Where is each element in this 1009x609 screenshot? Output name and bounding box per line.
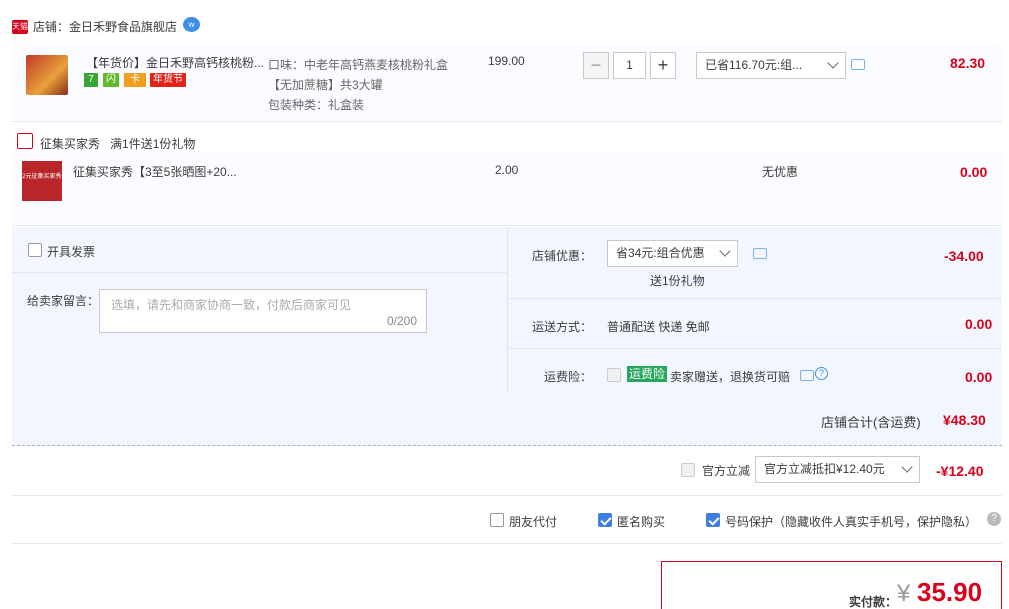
item-discount-value: 已省116.70元:组... [705,58,803,72]
product-thumbnail[interactable] [26,55,68,95]
item-discount-select[interactable]: 已省116.70元:组... [696,52,846,79]
comment-icon[interactable] [851,59,865,70]
help-icon[interactable]: ? [987,512,1001,526]
decrease-quantity-button[interactable]: − [583,52,609,79]
help-icon[interactable]: ? [815,367,828,380]
shop-discount-amount: -34.00 [944,248,984,264]
divider [507,298,1002,299]
gift-title[interactable]: 征集买家秀【3至5张晒图+20... [73,163,237,180]
anonymous-checkbox[interactable] [598,513,612,527]
insurance-amount: 0.00 [965,369,993,385]
official-discount-select[interactable]: 官方立减抵扣¥12.40元 [755,456,920,483]
message-label: 给卖家留言： [27,294,100,308]
invoice-checkbox[interactable] [28,243,42,257]
insurance-checkbox [607,368,621,382]
divider [12,543,1002,544]
message-placeholder: 选填，请先和商家协商一致，付款后商家可见 [111,298,352,312]
flash-delivery-icon: 闪 [103,73,119,87]
divider [12,272,507,273]
payment-amount: 35.90 [917,577,983,607]
shop-label: 店铺： [33,20,70,34]
gift-promo-title: 征集买家秀 [40,137,101,151]
chevron-down-icon [901,461,913,473]
increase-quantity-button[interactable]: + [650,52,676,79]
new-year-festival-tag: 年货节 [150,73,186,87]
sku-packaging: 包装种类：礼盒装 [268,98,365,112]
gift-subtotal: 0.00 [960,164,988,180]
comment-icon[interactable] [800,370,814,381]
shop-discount-select[interactable]: 省34元:组合优惠 [607,240,738,267]
item-subtotal: 82.30 [950,55,986,71]
gift-icon [17,133,33,149]
shop-discount-label: 店铺优惠： [532,249,593,263]
card-payment-icon: 卡 [124,73,146,87]
gift-thumbnail[interactable]: 2元征集买家秀 [22,161,62,201]
official-discount-amount: -¥12.40 [936,463,984,479]
seven-day-return-icon: 7 [84,73,98,87]
privacy-checkbox[interactable] [706,513,720,527]
sku-info: 口味：中老年高钙燕麦核桃粉礼盒 【无加蔗糖】共3大罐 包装种类：礼盒装 [268,55,448,115]
insurance-text: 卖家赠送，退换货可赔 [670,370,791,384]
tmall-badge: 天猫 [12,20,28,34]
shipping-amount: 0.00 [965,316,993,332]
privacy-label: 号码保护（隐藏收件人真实手机号，保护隐私） [725,515,978,529]
shop-total-amount: ¥48.30 [943,412,986,428]
shop-total-label: 店铺合计(含运费) [821,415,921,430]
comment-icon[interactable] [753,248,767,259]
official-discount-label: 官方立减 [702,464,751,478]
quantity-input[interactable]: 1 [613,52,646,79]
official-discount-value: 官方立减抵扣¥12.40元 [764,462,885,476]
message-counter: 0/200 [386,314,417,328]
quantity-stepper: − 1 + [583,52,676,79]
shop-header: 店铺：金日禾野食品旗舰店 [33,20,177,34]
invoice-label: 开具发票 [47,245,96,259]
chevron-down-icon [719,245,731,257]
payment-label: 实付款： [849,595,898,609]
unit-price: 199.00 [488,54,525,68]
product-title-link[interactable]: 【年货价】金日禾野高钙核桃粉... [86,55,266,71]
gift-promo: 征集买家秀 满1件送1份礼物 [40,135,195,152]
friend-pay-label: 朋友代付 [509,515,558,529]
shop-name-link[interactable]: 金日禾野食品旗舰店 [69,20,177,34]
insurance-label: 运费险： [544,370,593,384]
anonymous-label: 匿名购买 [617,515,666,529]
sku-flavor: 口味：中老年高钙燕麦核桃粉礼盒 [268,58,449,72]
official-discount-checkbox [681,463,695,477]
sku-flavor-detail: 【无加蔗糖】共3大罐 [268,78,383,92]
shop-discount-gift: 送1份礼物 [650,274,705,288]
divider [507,348,1002,349]
gift-price: 2.00 [495,163,519,177]
gift-promo-rule: 满1件送1份礼物 [110,137,196,151]
insurance-badge: 运费险 [627,366,668,382]
divider [507,227,508,392]
checkout-page: 天猫 店铺：金日禾野食品旗舰店 w 【年货价】金日禾野高钙核桃粉... 7 闪 … [0,0,1009,609]
seller-message-input[interactable]: 选填，请先和商家协商一致，付款后商家可见 0/200 [99,289,427,333]
payment-currency: ¥ [897,580,911,607]
shipping-method: 普通配送 快递 免邮 [607,320,710,334]
divider [12,495,1002,496]
friend-pay-checkbox[interactable] [490,513,504,527]
shipping-label: 运送方式： [532,320,593,334]
gift-discount: 无优惠 [762,165,799,179]
wangwang-chat-icon[interactable]: w [183,17,200,32]
chevron-down-icon [827,57,839,69]
shop-discount-value: 省34元:组合优惠 [616,246,705,260]
